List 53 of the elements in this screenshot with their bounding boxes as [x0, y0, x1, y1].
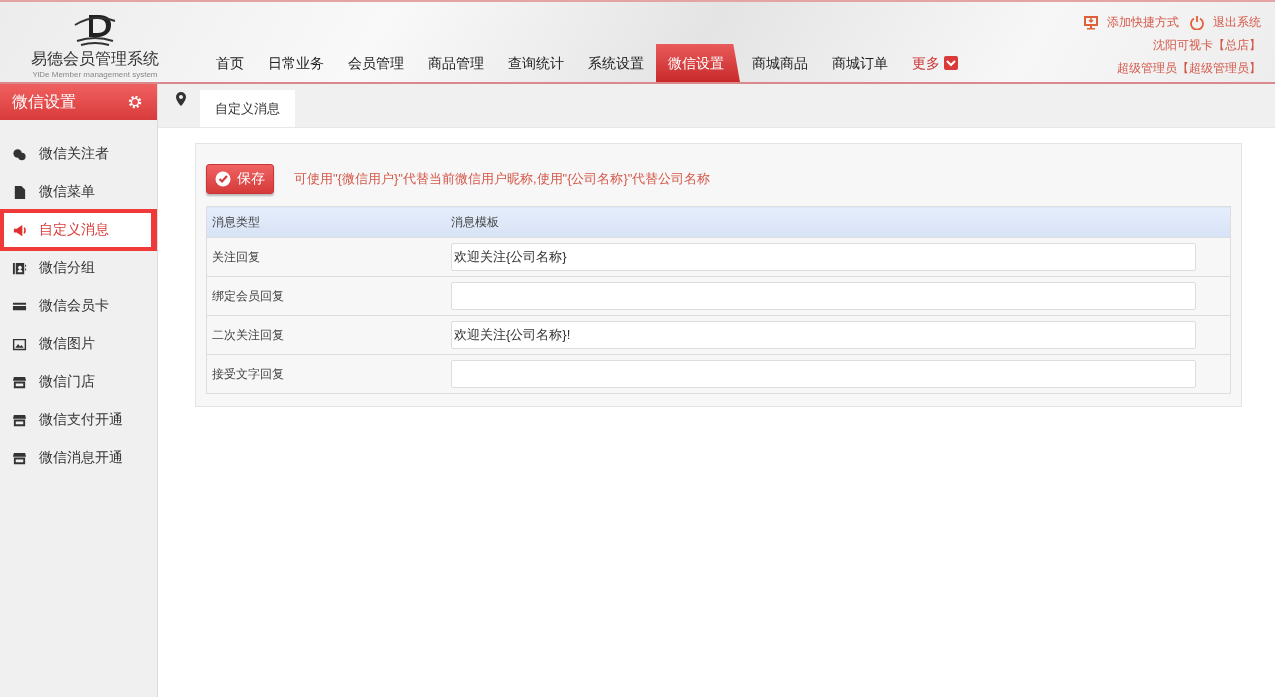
sidebar-item[interactable]: 微信门店	[0, 363, 157, 401]
chat-icon	[12, 146, 27, 162]
store-name: 沈阳可视卡【总店】	[1153, 37, 1261, 54]
hint-text: 可使用"{微信用户}"代替当前微信用户昵称,使用"{公司名称}"代替公司名称	[294, 170, 711, 188]
check-icon	[215, 171, 231, 187]
table-cell: 关注回复	[206, 237, 446, 277]
store-icon	[12, 374, 27, 390]
sidebar-title: 微信设置	[12, 91, 76, 112]
sidebar-item[interactable]: 微信图片	[0, 325, 157, 363]
page-tab[interactable]: 自定义消息	[200, 90, 295, 127]
logo-subtitle: YiDe Member management system	[32, 70, 158, 79]
column-header: 消息类型	[206, 206, 446, 238]
settings-icon[interactable]	[127, 94, 143, 110]
table-cell: 绑定会员回复	[206, 276, 446, 316]
sidebar-item[interactable]: 自定义消息	[0, 209, 157, 251]
megaphone-icon	[12, 222, 27, 238]
nav-tab[interactable]: 系统设置	[576, 44, 656, 82]
sidebar-item[interactable]: 微信关注者	[0, 135, 157, 173]
power-icon	[1189, 15, 1205, 30]
chevron-down-icon	[944, 56, 958, 70]
table-cell: 二次关注回复	[206, 315, 446, 355]
template-input[interactable]: 欢迎关注{公司名称}!	[451, 321, 1196, 349]
contact-card-icon	[12, 260, 27, 276]
location-pin-icon	[174, 91, 188, 107]
store-icon	[12, 450, 27, 466]
nav-tab[interactable]: 首页	[204, 44, 256, 82]
nav-tab[interactable]: 更多	[900, 44, 970, 82]
nav-tab[interactable]: 微信设置	[656, 44, 740, 82]
nav-tab[interactable]: 日常业务	[256, 44, 336, 82]
file-icon	[12, 184, 27, 200]
store-icon	[12, 412, 27, 428]
template-input[interactable]	[451, 282, 1196, 310]
sidebar-item[interactable]: 微信支付开通	[0, 401, 157, 439]
header-link[interactable]: 添加快捷方式	[1083, 14, 1179, 31]
image-icon	[12, 336, 27, 352]
nav-tab[interactable]: 查询统计	[496, 44, 576, 82]
nav-tab[interactable]: 会员管理	[336, 44, 416, 82]
monitor-icon	[1083, 15, 1099, 30]
column-header: 消息模板	[446, 206, 1231, 238]
sidebar-item[interactable]: 微信消息开通	[0, 439, 157, 477]
user-role: 超级管理员【超级管理员】	[1117, 60, 1261, 77]
template-input[interactable]: 欢迎关注{公司名称}	[451, 243, 1196, 271]
nav-tab[interactable]: 商城订单	[820, 44, 900, 82]
nav-tab[interactable]: 商品管理	[416, 44, 496, 82]
save-button[interactable]: 保存	[206, 164, 274, 194]
sidebar-item[interactable]: 微信会员卡	[0, 287, 157, 325]
table-cell: 接受文字回复	[206, 354, 446, 394]
sidebar-item[interactable]: 微信分组	[0, 249, 157, 287]
logo-title: 易德会员管理系统	[31, 49, 159, 69]
sidebar-item[interactable]: 微信菜单	[0, 173, 157, 211]
template-input[interactable]	[451, 360, 1196, 388]
header-link[interactable]: 退出系统	[1189, 14, 1261, 31]
nav-tab[interactable]: 商城商品	[740, 44, 820, 82]
